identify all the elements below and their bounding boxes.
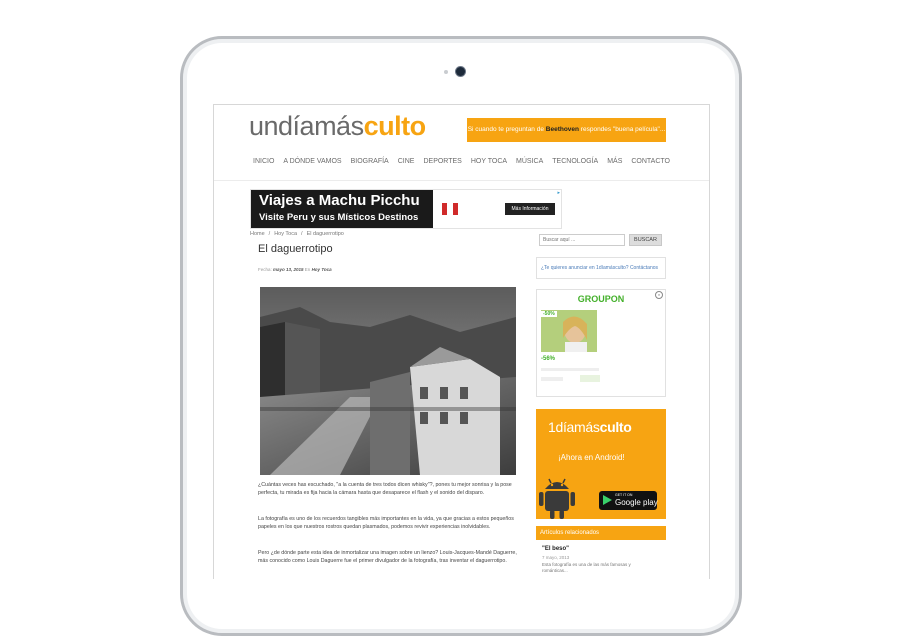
ad-banner[interactable]: Viajes a Machu Picchu Visite Peru y sus …: [250, 189, 562, 229]
meta-prefix: Fecha:: [258, 267, 274, 272]
webpage-screen: undíamásculto Si cuando te preguntan de …: [213, 104, 710, 579]
article-paragraph: ¿Cuántas veces has escuchado, "a la cuen…: [258, 482, 512, 496]
promo-logo-regular: 1díamás: [548, 419, 600, 435]
article-paragraph: Pero ¿de dónde parte esta idea de inmort…: [258, 550, 517, 564]
article-title: El daguerrotipo: [258, 243, 333, 255]
nav-item-biografia[interactable]: BIOGRAFÍA: [351, 151, 389, 173]
breadcrumb: Home / Hoy Toca / El daguerrotipo: [250, 231, 348, 237]
sensor-dot: [444, 70, 448, 74]
ad-flag-icon: [442, 203, 458, 215]
breadcrumb-category[interactable]: Hoy Toca: [274, 231, 297, 237]
groupon-price-placeholder: [541, 377, 563, 381]
breadcrumb-home[interactable]: Home: [250, 231, 265, 237]
article-meta: Fecha: mayo 13, 2015 En Hoy Toca: [258, 267, 332, 272]
groupon-logo: GROUPON: [577, 294, 625, 304]
search-button[interactable]: BUSCAR: [629, 234, 662, 246]
related-article-date: 7 mayo, 2013: [542, 555, 570, 560]
header-banner[interactable]: Si cuando te preguntan de Beethoven resp…: [467, 118, 666, 142]
meta-in: En: [303, 267, 312, 272]
nav-item-inicio[interactable]: INICIO: [253, 151, 274, 173]
ad-more-info-button[interactable]: Más Información: [505, 203, 555, 215]
banner-pre: Si cuando te preguntan de: [467, 126, 546, 133]
promo-text: ¡Ahora en Android!: [558, 453, 625, 462]
daguerreotype-photo: [260, 287, 516, 475]
google-play-button[interactable]: GET IT ON Google play: [599, 491, 658, 510]
article-date: mayo 13, 2015: [273, 267, 304, 272]
promo-logo-accent: culto: [599, 419, 632, 435]
nav-item-deportes[interactable]: DEPORTES: [423, 151, 461, 173]
front-camera: [456, 67, 465, 76]
play-store-icon: [603, 495, 612, 505]
related-article-title[interactable]: "El beso": [542, 546, 569, 552]
groupon-text-placeholder: [541, 368, 599, 371]
groupon-badge: -50%: [541, 311, 557, 317]
store-small-text: GET IT ON: [615, 493, 633, 497]
android-robot-icon: [539, 478, 575, 519]
android-app-promo[interactable]: 1díamásculto ¡Ahora en Android! GET IT O…: [536, 409, 666, 519]
groupon-widget[interactable]: GROUPON × -50% -56%: [536, 289, 666, 397]
nav-item-contacto[interactable]: CONTACTO: [631, 151, 670, 173]
groupon-buy-button[interactable]: [580, 375, 600, 382]
related-articles-heading: Artículos relacionados: [536, 526, 666, 540]
ad-subline: Visite Peru y sus Místicos Destinos: [259, 212, 419, 223]
article-category[interactable]: Hoy Toca: [312, 267, 332, 272]
nav-item-cine[interactable]: CINE: [398, 151, 415, 173]
groupon-discount: -56%: [541, 356, 556, 362]
store-big-text: Google play: [615, 498, 658, 507]
ad-headline: Viajes a Machu Picchu: [259, 192, 420, 209]
banner-post: respondes "buena película"...: [579, 126, 666, 133]
related-article-excerpt: Esta fotografía es una de las más famosa…: [542, 562, 631, 573]
nav-item-a-donde-vamos[interactable]: A DÓNDE VAMOS: [283, 151, 341, 173]
nav-item-musica[interactable]: MÚSICA: [516, 151, 543, 173]
close-icon[interactable]: ×: [655, 291, 663, 299]
main-nav: INICIO A DÓNDE VAMOS BIOGRAFÍA CINE DEPO…: [214, 151, 709, 173]
nav-divider: [214, 180, 709, 181]
breadcrumb-current: El daguerrotipo: [306, 231, 344, 237]
nav-item-mas[interactable]: MÁS: [607, 151, 622, 173]
logo-regular: undíamás: [249, 111, 364, 141]
banner-bold: Beethoven: [545, 126, 579, 133]
breadcrumb-sep: /: [301, 231, 303, 237]
nav-item-tecnologia[interactable]: TECNOLOGÍA: [552, 151, 598, 173]
advertise-link[interactable]: ¿Te quieres anunciar en 1díamásculto? Co…: [536, 257, 666, 279]
ad-choices-icon[interactable]: ▸: [557, 190, 560, 196]
nav-item-hoy-toca[interactable]: HOY TOCA: [471, 151, 507, 173]
breadcrumb-sep: /: [268, 231, 271, 237]
search-input[interactable]: [539, 234, 625, 246]
ad-dark-panel: Viajes a Machu Picchu Visite Peru y sus …: [251, 190, 433, 228]
promo-logo: 1díamásculto: [548, 419, 632, 435]
site-logo[interactable]: undíamásculto: [249, 111, 426, 142]
article-paragraph: La fotografía es uno de los recuerdos ta…: [258, 516, 514, 530]
logo-accent: culto: [363, 111, 427, 141]
